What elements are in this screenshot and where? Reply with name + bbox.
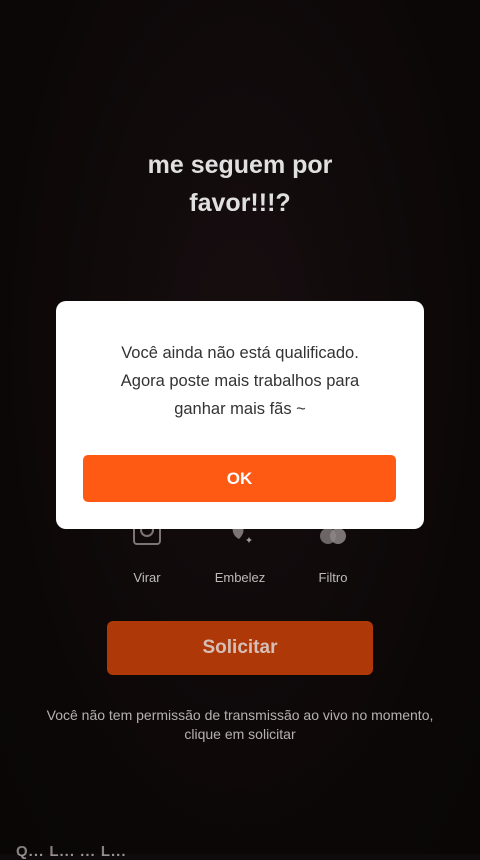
dialog-line-2: Agora poste mais trabalhos para <box>120 372 360 390</box>
dialog-message: Você ainda não está qualificado. Agora p… <box>76 339 404 423</box>
dialog-line-3: ganhar mais fãs ~ <box>174 400 306 418</box>
dialog-line-1: Você ainda não está qualificado. <box>121 344 359 362</box>
qualification-dialog: Você ainda não está qualificado. Agora p… <box>56 301 424 529</box>
ok-button[interactable]: OK <box>83 455 396 502</box>
